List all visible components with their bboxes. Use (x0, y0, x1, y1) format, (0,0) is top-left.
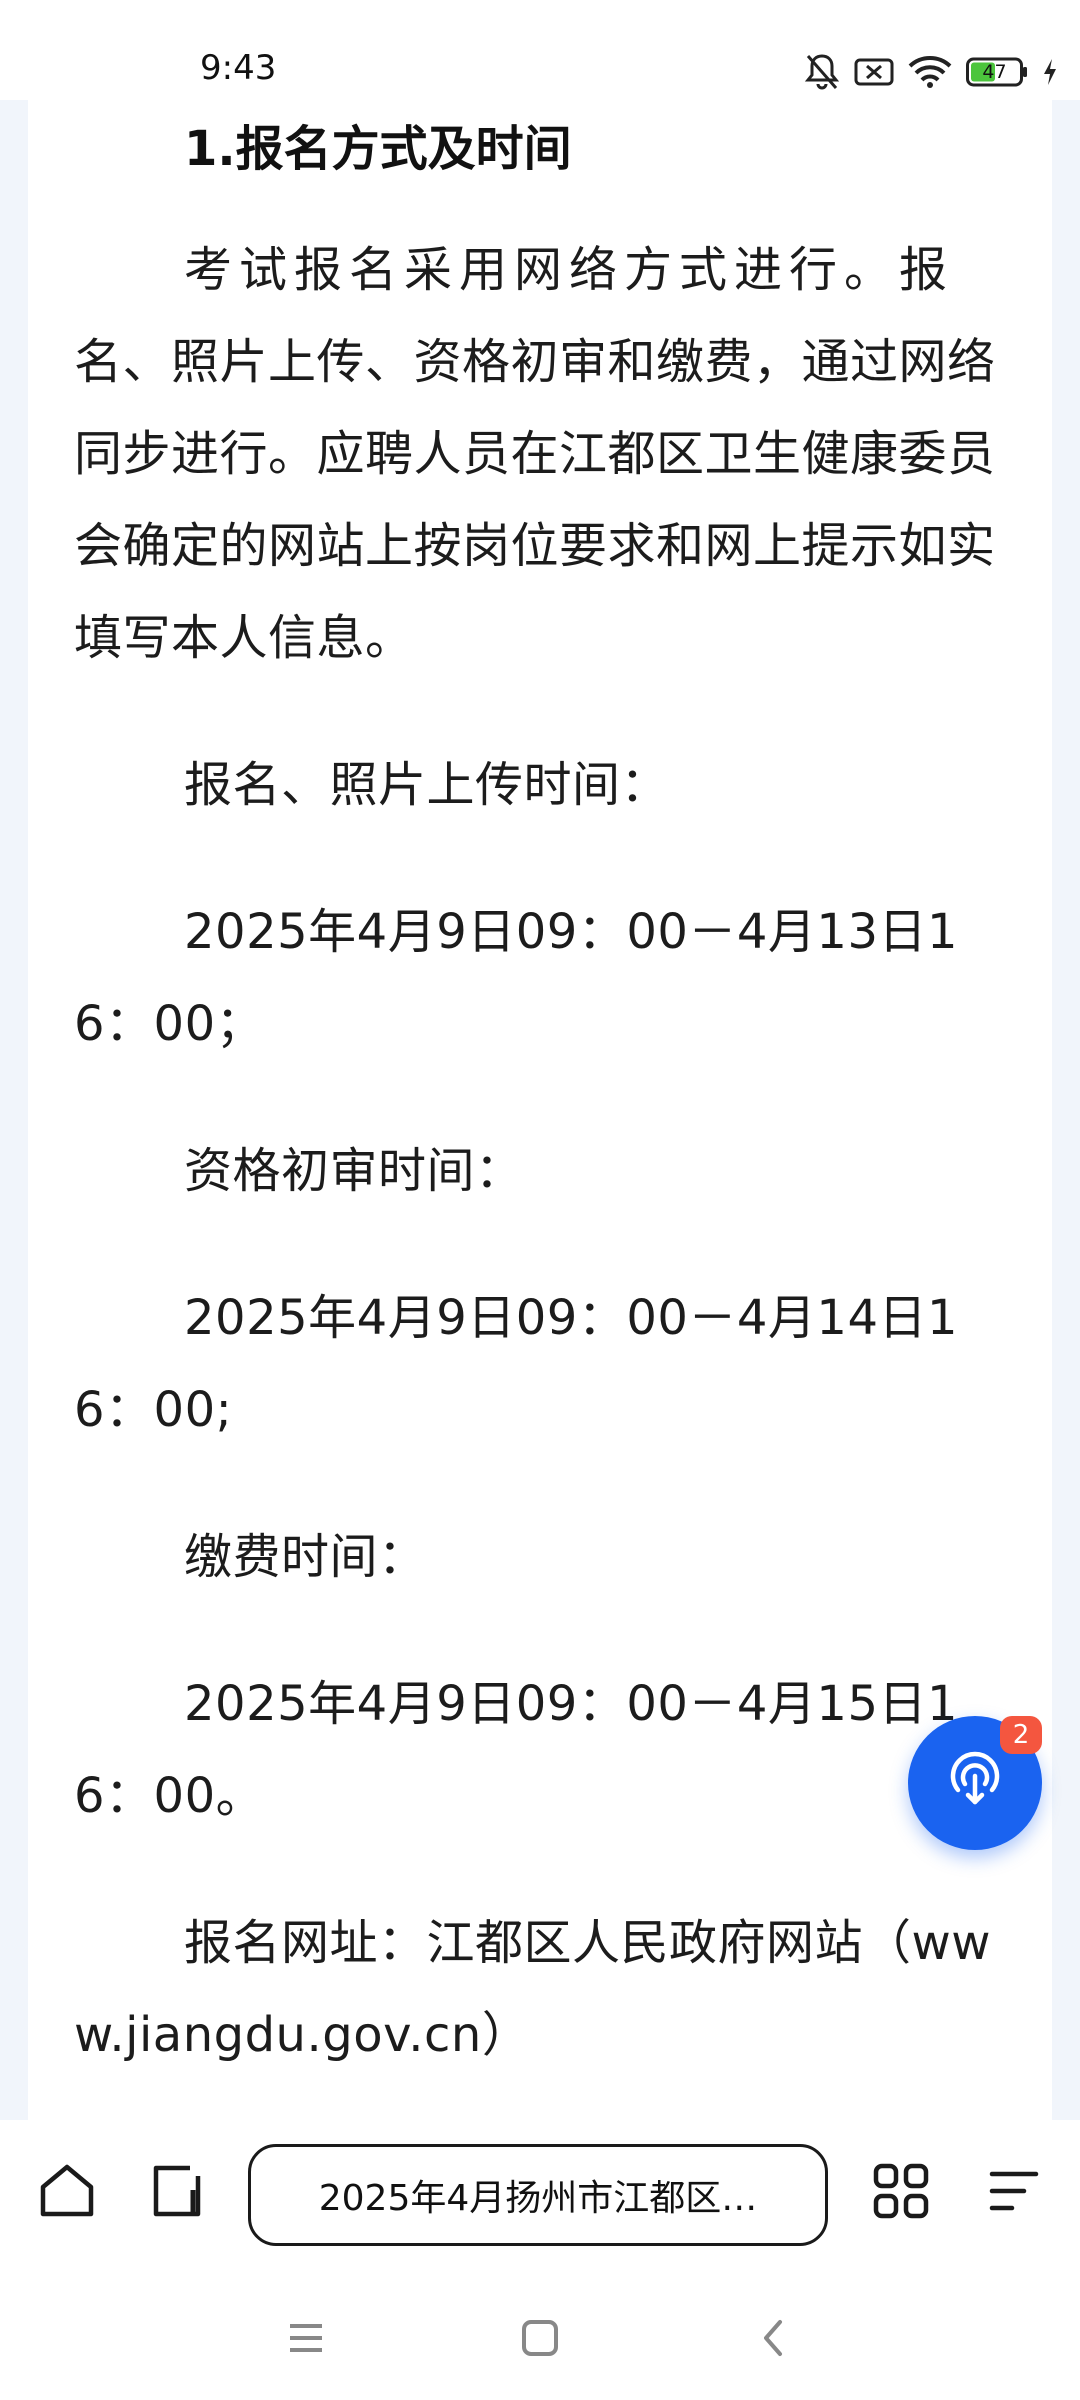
status-icons: 47 (804, 50, 1058, 94)
battery-level: 47 (982, 61, 1007, 83)
home-icon (36, 2160, 98, 2226)
nav-home-icon (520, 2318, 560, 2362)
nav-back-button[interactable] (744, 2310, 804, 2370)
sim-blocked-icon (854, 56, 894, 88)
grid-menu-button[interactable] (866, 2158, 936, 2228)
intro-paragraph-start: 考试报名采用网络方式进行。报 (184, 242, 955, 298)
review-time-label: 资格初审时间： (184, 1143, 524, 1199)
nav-home-button[interactable] (510, 2310, 570, 2370)
bell-muted-icon (804, 52, 840, 92)
upload-time-label: 报名、照片上传时间： (184, 757, 670, 813)
status-bar: 9:43 47 (0, 0, 1080, 100)
wifi-icon (908, 55, 952, 89)
home-button[interactable] (32, 2158, 102, 2228)
tab-switch-button[interactable] (142, 2158, 212, 2228)
address-bar[interactable]: 2025年4月扬州市江都区… (248, 2144, 828, 2246)
upload-time-value: 2025年4月9日09：00－4月13日16：00； (74, 904, 959, 1052)
intro-paragraph: 考试报名采用网络方式进行。报名、照片上传、资格初审和缴费，通过网络同步进行。应聘… (74, 224, 1014, 684)
grid-menu-icon (870, 2160, 932, 2226)
battery-icon: 47 (966, 57, 1028, 87)
intro-paragraph-rest: 名、照片上传、资格初审和缴费，通过网络同步进行。应聘人员在江都区卫生健康委员会确… (74, 334, 996, 666)
article-content[interactable]: 1.报名方式及时间 考试报名采用网络方式进行。报名、照片上传、资格初审和缴费，通… (28, 100, 1052, 2120)
charging-icon (1042, 58, 1058, 86)
nav-recents-button[interactable] (276, 2310, 336, 2370)
tab-switch-icon (146, 2160, 208, 2226)
fab-badge: 2 (1000, 1716, 1042, 1754)
article-body: 1.报名方式及时间 考试报名采用网络方式进行。报名、照片上传、资格初审和缴费，通… (74, 100, 1014, 2081)
payment-time-value: 2025年4月9日09：00－4月15日16：00。 (74, 1676, 959, 1824)
page-title-in-address-bar: 2025年4月扬州市江都区… (318, 2178, 758, 2219)
podcast-download-icon (944, 1750, 1006, 1816)
registration-website: 报名网址：江都区人民政府网站（www.jiangdu.gov.cn） (74, 1915, 992, 2063)
nav-menu-icon (286, 2318, 326, 2362)
hamburger-menu-icon (982, 2160, 1044, 2226)
more-menu-button[interactable] (978, 2158, 1048, 2228)
payment-time-label: 缴费时间： (184, 1529, 427, 1585)
nav-back-icon (754, 2318, 794, 2362)
status-time: 9:43 (200, 48, 277, 88)
section-heading: 1.报名方式及时间 (184, 121, 572, 177)
review-time-value: 2025年4月9日09：00－4月14日16：00; (74, 1290, 959, 1438)
